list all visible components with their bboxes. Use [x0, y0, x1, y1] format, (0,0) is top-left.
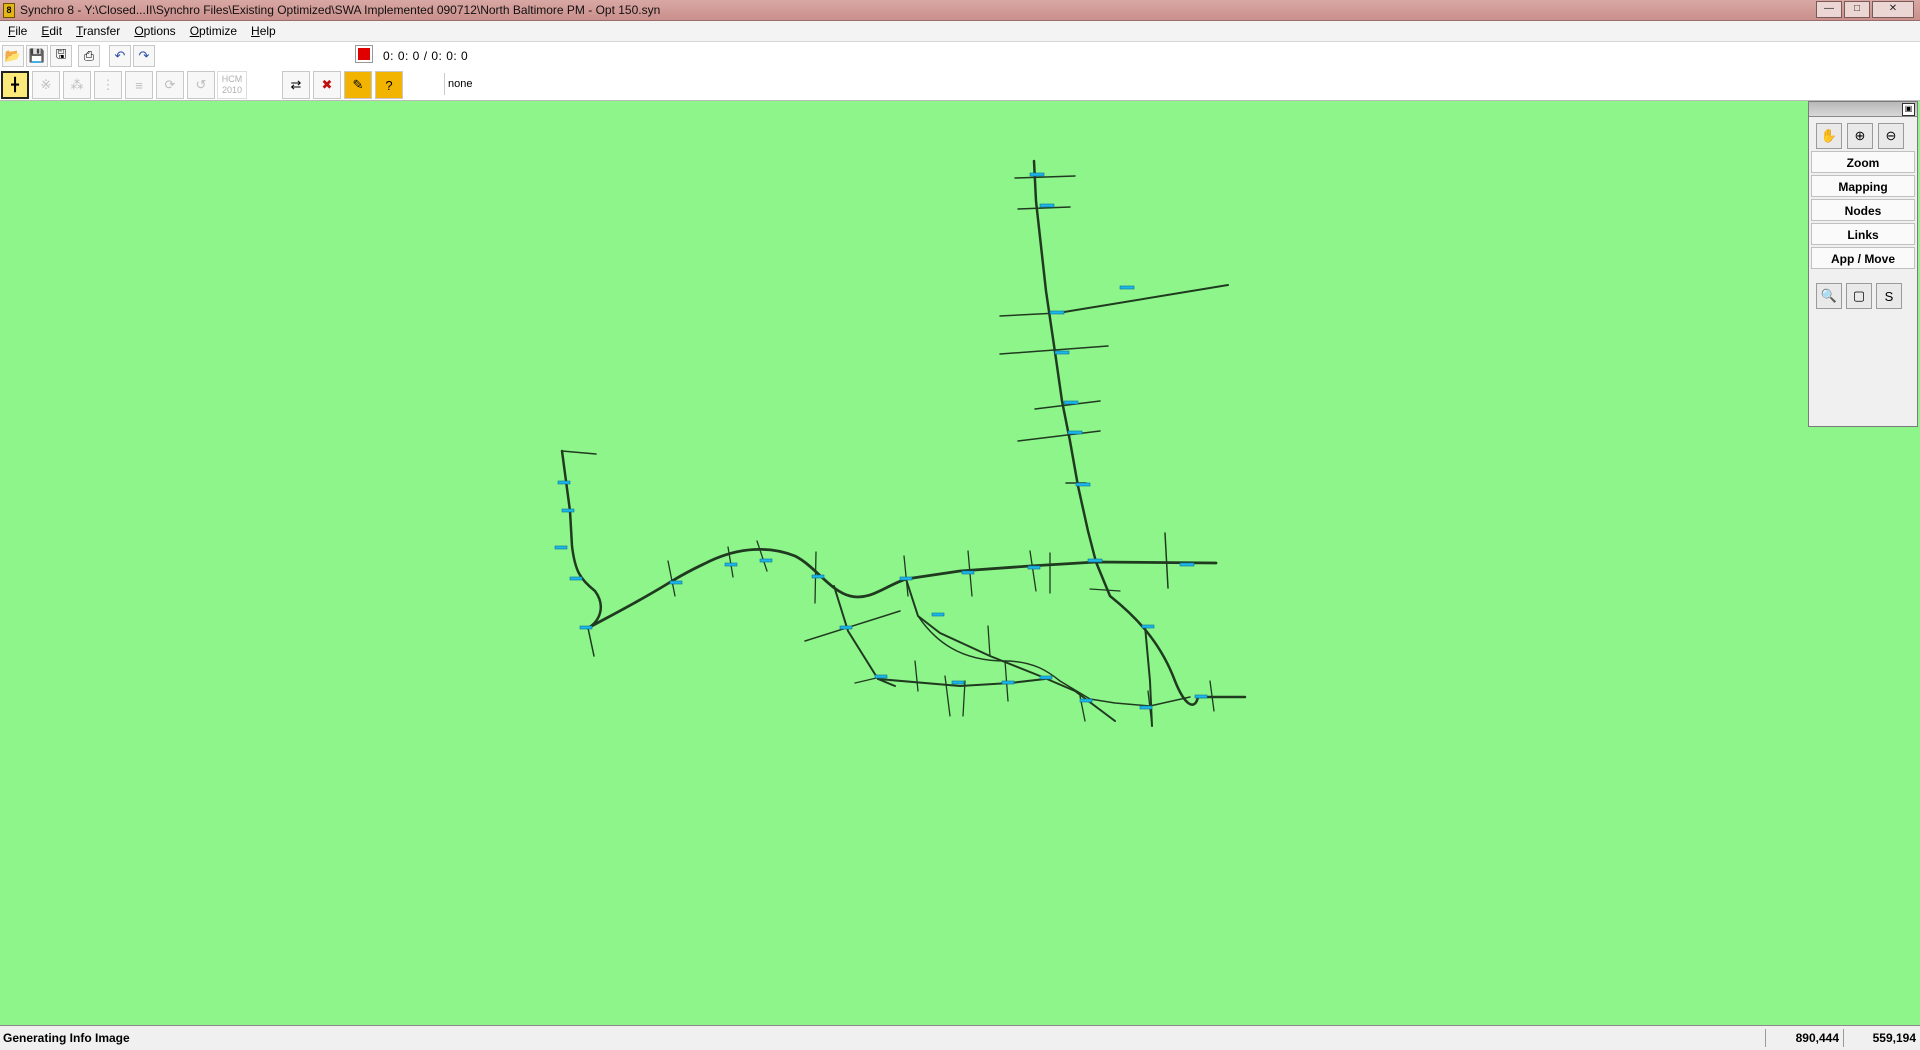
standard-toolbar: 📂 💾 🖫 ⎙ ↶ ↷ 0: 0: 0 / 0: 0: 0 — [0, 42, 1920, 70]
help-info-icon[interactable]: ? — [375, 71, 403, 99]
status-bar: Generating Info Image 890,444 559,194 — [0, 1025, 1920, 1050]
links-button[interactable]: Links — [1811, 223, 1915, 245]
intersection-markers — [554, 172, 1208, 710]
status-message: Generating Info Image — [3, 1031, 130, 1045]
road-southwest — [587, 627, 595, 657]
redo-icon[interactable]: ↷ — [133, 45, 155, 67]
save-icon[interactable]: 💾 — [26, 45, 48, 67]
road-cross-14 — [1029, 550, 1037, 592]
map-view[interactable] — [0, 101, 1920, 1025]
road-south-cross-3 — [944, 675, 951, 717]
road-network-map[interactable] — [0, 101, 1920, 1025]
detector-settings-icon[interactable]: ⟳ — [156, 71, 184, 99]
road-cross-2 — [1017, 206, 1071, 210]
undo-icon[interactable]: ↶ — [109, 45, 131, 67]
nodes-button[interactable]: Nodes — [1811, 199, 1915, 221]
print-icon[interactable]: ⎙ — [78, 45, 100, 67]
zoom-in-icon[interactable]: ⊕ — [1847, 123, 1873, 149]
road-cross-10 — [756, 540, 768, 572]
hcm-2010-icon[interactable]: HCM 2010 — [217, 71, 247, 99]
road-west-stub — [561, 450, 597, 455]
app-move-button[interactable]: App / Move — [1811, 247, 1915, 269]
road-northeast-diagonal — [1057, 284, 1229, 314]
zoom-all-icon[interactable]: 🔍 — [1816, 283, 1842, 309]
zoom-button[interactable]: Zoom — [1811, 151, 1915, 173]
road-south-cross-2 — [914, 660, 919, 692]
hcm-year-label: 2010 — [221, 85, 243, 95]
map-view-icon[interactable]: ╋ — [1, 71, 29, 99]
map-palette: ▣ ✋ ⊕ ⊖ Zoom Mapping Nodes Links App / M… — [1808, 101, 1918, 427]
open-icon[interactable]: 📂 — [2, 45, 24, 67]
road-east-north-stub — [1164, 532, 1169, 589]
window-toolbar: ╋ ※ ⁂ ⋮ ≡ ⟳ ↺ HCM 2010 ⇄ ✖ ✎ ? none — [0, 70, 1920, 101]
menu-edit[interactable]: Edit — [33, 24, 68, 38]
road-inner-curve — [917, 615, 1191, 707]
road-north-south — [1032, 159, 1098, 564]
road-east-west-arterial — [586, 548, 1218, 630]
menu-bar: File Edit Transfer Options Optimize Help — [0, 21, 1920, 42]
time-space-diagram-icon[interactable]: ⇄ — [282, 71, 310, 99]
road-central-south — [833, 585, 896, 687]
palette-tool-row: ✋ ⊕ ⊖ — [1809, 117, 1917, 149]
road-cross-12 — [903, 555, 909, 597]
zoom-scale-icon[interactable]: S — [1876, 283, 1902, 309]
road-east-arc — [1094, 560, 1247, 706]
window-controls: — □ ✕ — [1816, 1, 1914, 18]
report-icon[interactable]: ✎ — [344, 71, 372, 99]
palette-close-icon[interactable]: ▣ — [1902, 103, 1915, 116]
road-cross-1 — [1014, 175, 1076, 179]
menu-transfer[interactable]: Transfer — [68, 24, 126, 38]
window-title: Synchro 8 - Y:\Closed...II\Synchro Files… — [20, 3, 661, 17]
stop-icon[interactable] — [355, 45, 373, 63]
palette-title-bar[interactable]: ▣ — [1809, 102, 1917, 117]
title-bar: 8 Synchro 8 - Y:\Closed...II\Synchro Fil… — [0, 0, 1920, 21]
pan-hand-icon[interactable]: ✋ — [1816, 123, 1842, 149]
mapping-button[interactable]: Mapping — [1811, 175, 1915, 197]
zoom-out-icon[interactable]: ⊖ — [1878, 123, 1904, 149]
x-coordinate: 890,444 — [1765, 1029, 1843, 1047]
synchro-app-icon: 8 — [3, 3, 15, 18]
hcm-label: HCM — [221, 74, 243, 84]
menu-options[interactable]: Options — [126, 24, 181, 38]
road-east-south — [1144, 625, 1153, 727]
menu-file[interactable]: File — [0, 24, 33, 38]
road-west-loop — [560, 449, 603, 630]
selected-intersection-icon[interactable]: ✖ — [313, 71, 341, 99]
palette-zoom-row: 🔍 ▢ S — [1809, 269, 1917, 309]
volume-settings-icon[interactable]: ⁂ — [63, 71, 91, 99]
simulation-time: 0: 0: 0 / 0: 0: 0 — [383, 49, 469, 63]
simulation-settings-icon[interactable]: ↺ — [187, 71, 215, 99]
scenario-field[interactable]: none — [444, 73, 472, 95]
signing-settings-icon[interactable]: ≡ — [125, 71, 153, 99]
road-cross-6 — [1017, 430, 1101, 442]
zoom-window-icon[interactable]: ▢ — [1846, 283, 1872, 309]
maximize-icon[interactable]: □ — [1844, 1, 1870, 18]
close-icon[interactable]: ✕ — [1872, 1, 1914, 18]
road-cross-16 — [1089, 588, 1121, 592]
y-coordinate: 559,194 — [1843, 1029, 1920, 1047]
menu-optimize[interactable]: Optimize — [182, 24, 243, 38]
save-as-icon[interactable]: 🖫 — [50, 45, 72, 67]
menu-help[interactable]: Help — [243, 24, 282, 38]
road-south-cross-5 — [987, 625, 991, 657]
minimize-icon[interactable]: — — [1816, 1, 1842, 18]
lane-settings-icon[interactable]: ※ — [32, 71, 60, 99]
timing-settings-icon[interactable]: ⋮ — [94, 71, 122, 99]
